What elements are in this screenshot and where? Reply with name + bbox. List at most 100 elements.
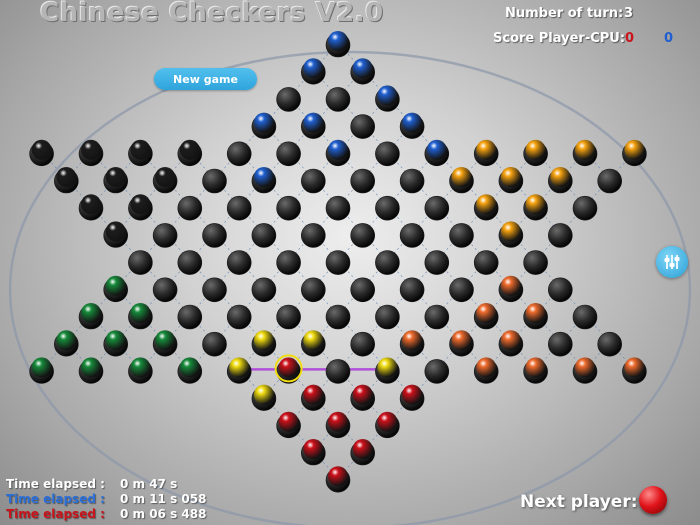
board-hole[interactable] [202,223,227,248]
blue-piece[interactable] [251,167,277,194]
board-hole[interactable] [177,195,203,221]
orange-piece[interactable] [498,167,524,194]
board-hole[interactable] [399,223,425,248]
red-piece[interactable] [274,354,303,384]
board-hole[interactable] [424,195,450,221]
green-piece[interactable] [78,357,104,384]
board-hole[interactable] [300,277,326,303]
blue-piece[interactable] [424,139,450,167]
red-piece[interactable] [399,384,425,411]
black-piece[interactable] [78,194,104,221]
yellow-piece[interactable] [251,330,277,357]
board-hole[interactable] [350,331,376,357]
yellow-piece[interactable] [226,357,252,384]
board-hole[interactable] [424,359,450,384]
new-game-button[interactable]: New game [154,68,257,90]
orange-piece[interactable] [547,167,573,194]
coral-piece[interactable] [473,303,499,330]
board-hole[interactable] [375,250,400,275]
black-piece[interactable] [54,167,79,194]
board-hole[interactable] [597,331,623,357]
coral-piece[interactable] [498,330,524,357]
board-hole[interactable] [375,195,400,221]
green-piece[interactable] [54,330,79,357]
board-hole[interactable] [473,250,499,275]
black-piece[interactable] [29,139,54,167]
coral-piece[interactable] [449,330,474,357]
board-hole[interactable] [276,141,301,167]
board-hole[interactable] [350,277,376,303]
green-piece[interactable] [78,303,104,330]
coral-piece[interactable] [572,357,598,384]
board-hole[interactable] [251,277,277,303]
red-piece[interactable] [300,439,326,466]
board-hole[interactable] [424,250,450,275]
black-piece[interactable] [128,194,153,221]
green-piece[interactable] [103,275,128,303]
board-hole[interactable] [128,250,153,275]
board-hole[interactable] [325,304,351,330]
black-piece[interactable] [103,221,128,248]
orange-piece[interactable] [523,139,548,167]
board-hole[interactable] [226,250,252,275]
blue-piece[interactable] [325,31,351,58]
board-hole[interactable] [375,304,400,330]
board-hole[interactable] [226,141,252,167]
board-hole[interactable] [202,277,227,303]
board-hole[interactable] [572,195,598,221]
green-piece[interactable] [152,330,178,357]
blue-piece[interactable] [300,58,326,85]
black-piece[interactable] [128,139,153,167]
green-piece[interactable] [177,357,203,384]
board-hole[interactable] [276,87,301,112]
blue-piece[interactable] [375,85,400,112]
orange-piece[interactable] [622,139,647,167]
board-hole[interactable] [350,168,376,194]
orange-piece[interactable] [572,139,598,167]
green-piece[interactable] [103,330,128,357]
red-piece[interactable] [300,384,326,411]
board-hole[interactable] [572,304,598,330]
green-piece[interactable] [128,357,153,384]
red-piece[interactable] [350,384,376,411]
board-hole[interactable] [325,250,351,275]
board-hole[interactable] [547,277,573,303]
green-piece[interactable] [128,303,153,330]
orange-piece[interactable] [449,167,474,194]
board-hole[interactable] [325,87,351,112]
board-hole[interactable] [399,277,425,303]
red-piece[interactable] [325,466,351,493]
board-hole[interactable] [424,304,450,330]
board-hole[interactable] [449,277,474,303]
blue-piece[interactable] [350,58,376,85]
game-board[interactable] [0,0,700,525]
board-hole[interactable] [276,250,301,275]
board-hole[interactable] [300,168,326,194]
orange-piece[interactable] [498,221,524,248]
red-piece[interactable] [276,411,301,439]
yellow-piece[interactable] [375,357,400,384]
board-hole[interactable] [202,331,227,357]
yellow-piece[interactable] [251,384,277,411]
board-hole[interactable] [449,223,474,248]
orange-piece[interactable] [473,194,499,221]
board-hole[interactable] [177,304,203,330]
board-hole[interactable] [375,141,400,167]
red-piece[interactable] [350,439,376,466]
coral-piece[interactable] [622,357,647,384]
board-hole[interactable] [523,250,548,275]
settings-button[interactable] [656,246,688,278]
coral-piece[interactable] [399,330,425,357]
board-hole[interactable] [547,223,573,248]
black-piece[interactable] [152,167,178,194]
board-hole[interactable] [350,223,376,248]
red-piece[interactable] [325,411,351,439]
board-hole[interactable] [399,168,425,194]
board-hole[interactable] [152,277,178,303]
black-piece[interactable] [103,167,128,194]
board-hole[interactable] [226,304,252,330]
coral-piece[interactable] [473,357,499,384]
coral-piece[interactable] [523,357,548,384]
coral-piece[interactable] [523,303,548,330]
board-hole[interactable] [547,331,573,357]
